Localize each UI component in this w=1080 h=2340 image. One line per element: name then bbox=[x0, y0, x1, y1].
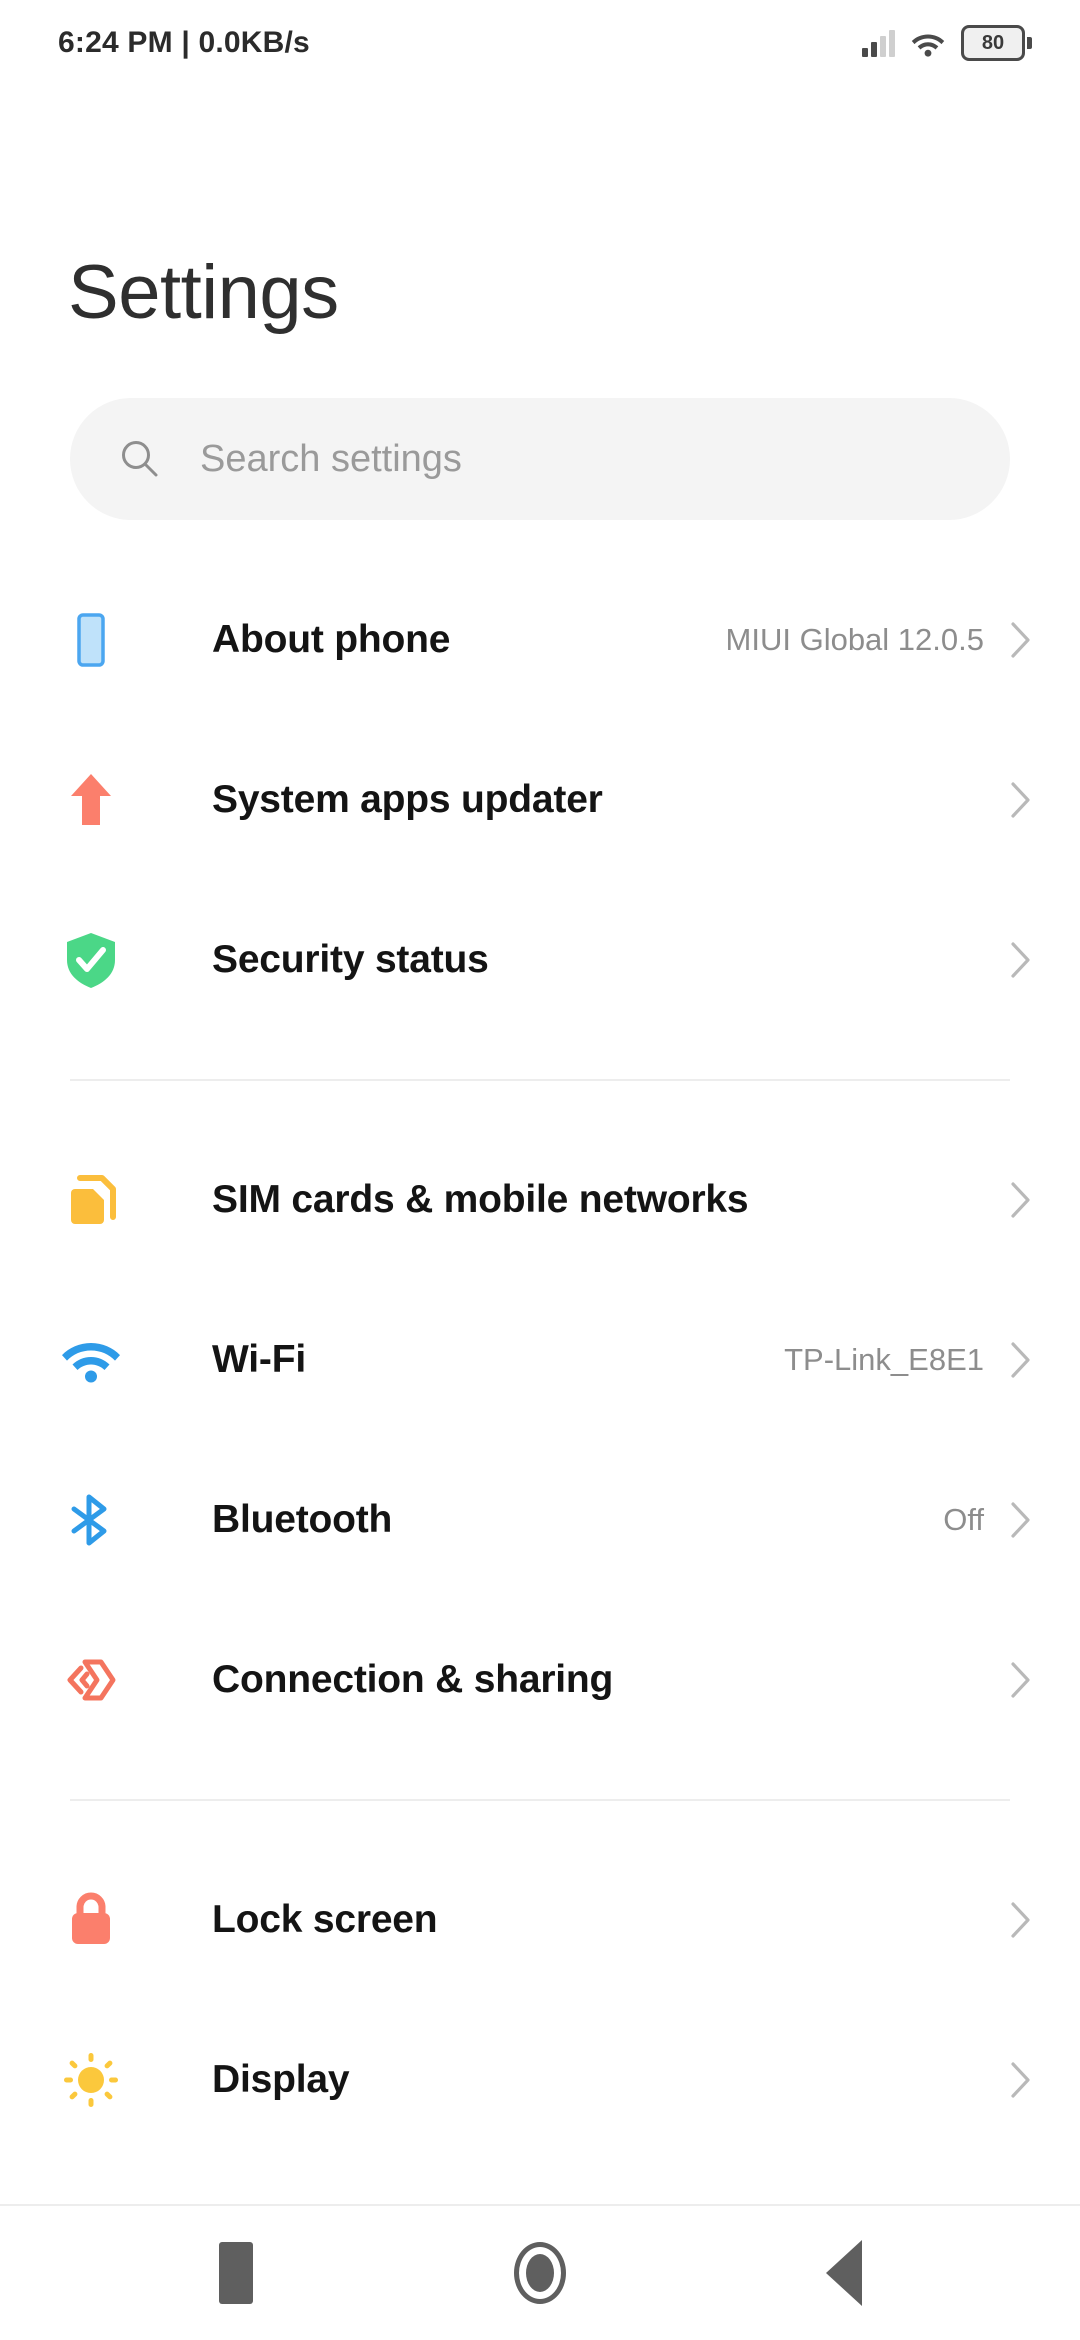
status-bar: 6:24 PM | 0.0KB/s 80 bbox=[0, 0, 1080, 86]
recents-icon bbox=[219, 2242, 253, 2304]
settings-row-label: Display bbox=[212, 2058, 350, 2101]
battery-level-text: 80 bbox=[981, 32, 1005, 54]
settings-row-label: Lock screen bbox=[212, 1898, 438, 1941]
chevron-right-icon bbox=[1011, 622, 1030, 658]
bluetooth-icon bbox=[60, 1489, 122, 1551]
settings-row-value: Off bbox=[943, 1502, 984, 1537]
settings-row-label: Security status bbox=[212, 938, 489, 981]
shield-check-icon bbox=[60, 929, 122, 991]
signal-bars-icon bbox=[862, 29, 895, 57]
settings-row-display[interactable]: Display bbox=[0, 2000, 1080, 2160]
chevron-right-icon bbox=[1011, 1662, 1030, 1698]
wifi-icon bbox=[60, 1329, 122, 1391]
status-icons: 80 bbox=[862, 25, 1032, 61]
settings-row-label: Connection & sharing bbox=[212, 1658, 614, 1701]
settings-row-system-apps-updater[interactable]: System apps updater bbox=[0, 720, 1080, 880]
chevron-right-icon bbox=[1011, 1342, 1030, 1378]
settings-row-value: TP-Link_E8E1 bbox=[784, 1342, 984, 1377]
home-icon bbox=[514, 2242, 566, 2304]
chevron-right-icon bbox=[1011, 1902, 1030, 1938]
chevron-right-icon bbox=[1011, 1502, 1030, 1538]
settings-group-system: About phone MIUI Global 12.0.5 System ap… bbox=[0, 560, 1080, 1040]
chevron-right-icon bbox=[1011, 1182, 1030, 1218]
settings-row-label: SIM cards & mobile networks bbox=[212, 1178, 749, 1221]
sun-icon bbox=[60, 2049, 122, 2111]
sim-cards-icon bbox=[60, 1169, 122, 1231]
search-bar[interactable]: Search settings bbox=[70, 398, 1010, 520]
status-time-network: 6:24 PM | 0.0KB/s bbox=[58, 26, 310, 59]
settings-row-wifi[interactable]: Wi-Fi TP-Link_E8E1 bbox=[0, 1280, 1080, 1440]
chevron-right-icon bbox=[1011, 942, 1030, 978]
back-icon bbox=[826, 2240, 862, 2306]
lock-icon bbox=[60, 1889, 122, 1951]
settings-row-lock-screen[interactable]: Lock screen bbox=[0, 1840, 1080, 2000]
settings-row-label: About phone bbox=[212, 618, 451, 661]
connection-sharing-icon bbox=[60, 1649, 122, 1711]
settings-row-label: System apps updater bbox=[212, 778, 603, 821]
settings-row-sim-cards-mobile-networks[interactable]: SIM cards & mobile networks bbox=[0, 1120, 1080, 1280]
settings-row-label: Bluetooth bbox=[212, 1498, 393, 1541]
settings-row-connection-sharing[interactable]: Connection & sharing bbox=[0, 1600, 1080, 1760]
home-button[interactable] bbox=[495, 2228, 585, 2318]
chevron-right-icon bbox=[1011, 2062, 1030, 2098]
settings-row-label: Wi-Fi bbox=[212, 1338, 306, 1381]
settings-group-network: SIM cards & mobile networks Wi-Fi TP-Lin… bbox=[0, 1120, 1080, 1760]
chevron-right-icon bbox=[1011, 782, 1030, 818]
back-button[interactable] bbox=[799, 2228, 889, 2318]
settings-list: About phone MIUI Global 12.0.5 System ap… bbox=[0, 560, 1080, 2160]
search-icon bbox=[122, 441, 158, 477]
search-input[interactable]: Search settings bbox=[200, 438, 462, 481]
up-arrow-icon bbox=[60, 769, 122, 831]
settings-row-bluetooth[interactable]: Bluetooth Off bbox=[0, 1440, 1080, 1600]
battery-icon: 80 bbox=[961, 25, 1032, 61]
phone-icon bbox=[60, 609, 122, 671]
page-title: Settings bbox=[68, 250, 339, 335]
settings-row-value: MIUI Global 12.0.5 bbox=[725, 622, 984, 657]
wifi-icon bbox=[911, 34, 945, 57]
system-navigation-bar bbox=[0, 2204, 1080, 2340]
settings-row-security-status[interactable]: Security status bbox=[0, 880, 1080, 1040]
settings-group-personalization: Lock screen Display bbox=[0, 1840, 1080, 2160]
settings-row-about-phone[interactable]: About phone MIUI Global 12.0.5 bbox=[0, 560, 1080, 720]
recents-button[interactable] bbox=[191, 2228, 281, 2318]
